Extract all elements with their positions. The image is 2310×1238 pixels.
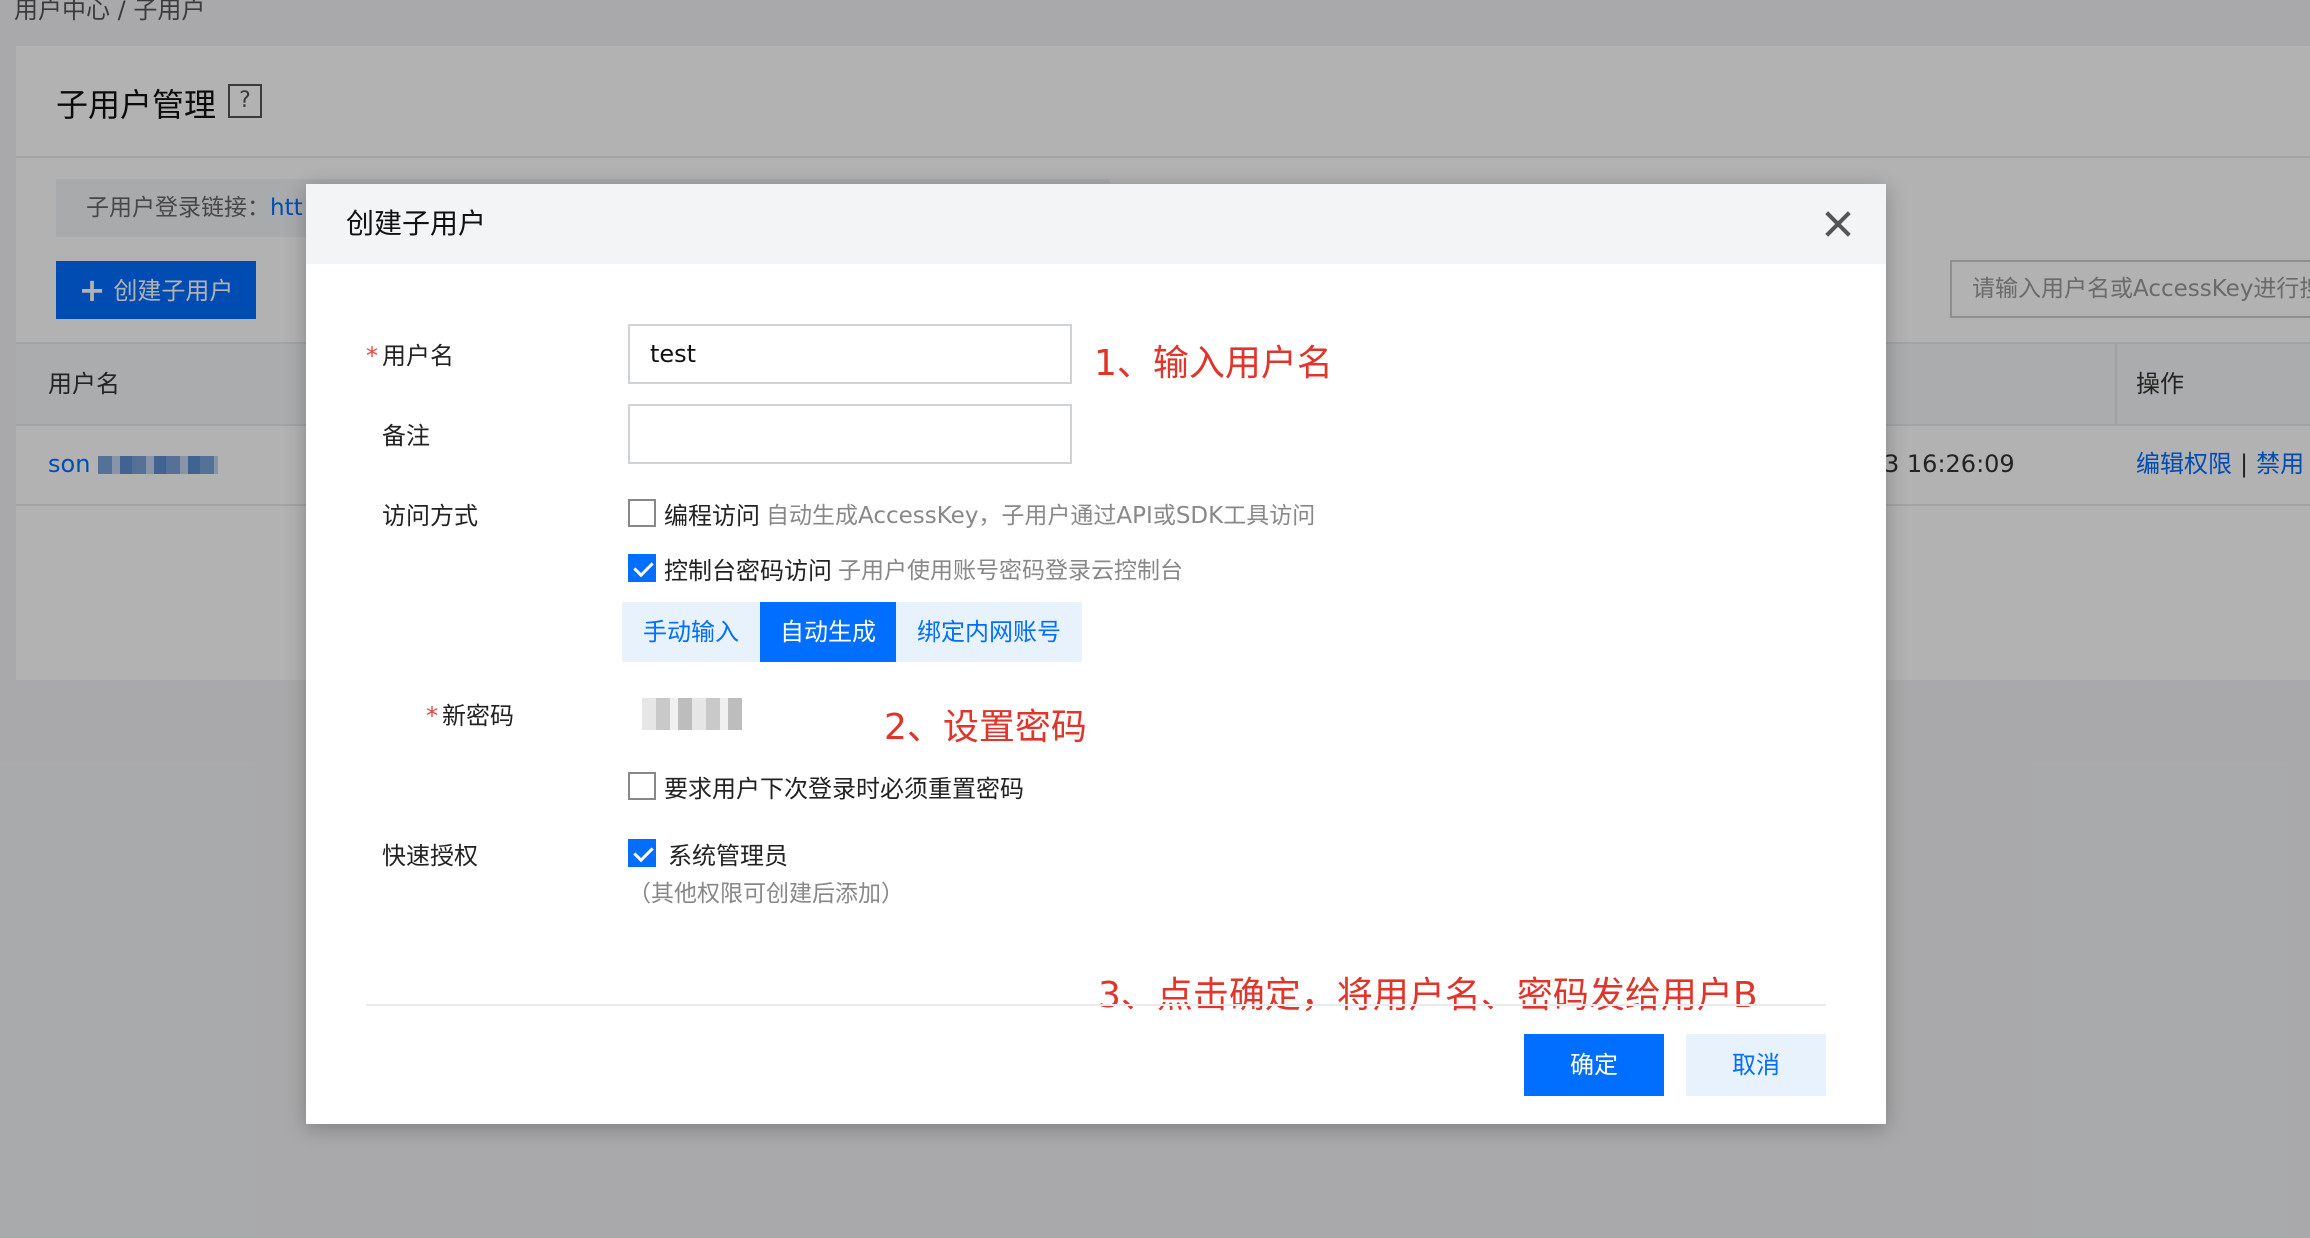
tab-manual-input[interactable]: 手动输入 bbox=[622, 602, 760, 662]
programmatic-access-label: 编程访问 bbox=[664, 502, 760, 530]
reset-password-label: 要求用户下次登录时必须重置密码 bbox=[664, 775, 1024, 803]
new-password-label: * 新密码 bbox=[426, 702, 514, 730]
annotation-step3: 3、点击确定，将用户名、密码发给用户B bbox=[1098, 975, 1758, 1016]
reset-password-checkbox[interactable] bbox=[628, 772, 656, 800]
close-icon[interactable] bbox=[1820, 206, 1856, 242]
console-access-label: 控制台密码访问 bbox=[664, 557, 832, 585]
tab-auto-generate[interactable]: 自动生成 bbox=[760, 602, 896, 662]
system-admin-label: 系统管理员 bbox=[668, 842, 788, 870]
console-access-checkbox[interactable] bbox=[628, 554, 656, 582]
programmatic-access-hint: 自动生成AccessKey，子用户通过API或SDK工具访问 bbox=[766, 503, 1316, 529]
dialog-header: 创建子用户 bbox=[306, 184, 1886, 264]
programmatic-access-checkbox[interactable] bbox=[628, 499, 656, 527]
system-admin-checkbox[interactable] bbox=[628, 839, 656, 867]
quick-authorization-label: 快速授权 bbox=[382, 842, 478, 870]
access-method-label: 访问方式 bbox=[382, 502, 478, 530]
console-access-hint: 子用户使用账号密码登录云控制台 bbox=[838, 558, 1183, 584]
annotation-step2: 2、设置密码 bbox=[884, 707, 1087, 748]
username-label: * 用户名 bbox=[366, 342, 454, 370]
create-subuser-dialog: 创建子用户 * 用户名 test 1、输入用户名 备注 访问方式 编程访问 自动生… bbox=[306, 184, 1886, 1124]
dialog-title: 创建子用户 bbox=[346, 207, 487, 240]
confirm-button[interactable]: 确定 bbox=[1524, 1034, 1664, 1096]
annotation-step1: 1、输入用户名 bbox=[1094, 343, 1333, 384]
username-input[interactable]: test bbox=[628, 324, 1072, 384]
remark-input[interactable] bbox=[628, 404, 1072, 464]
remark-label: 备注 bbox=[382, 422, 430, 450]
redacted-password bbox=[642, 698, 742, 730]
permission-hint: （其他权限可创建后添加） bbox=[628, 881, 904, 907]
required-mark: * bbox=[366, 342, 378, 370]
cancel-button[interactable]: 取消 bbox=[1686, 1034, 1826, 1096]
tab-bind-intranet-account[interactable]: 绑定内网账号 bbox=[896, 602, 1082, 662]
footer-divider bbox=[366, 1004, 1826, 1006]
required-mark: * bbox=[426, 702, 438, 730]
